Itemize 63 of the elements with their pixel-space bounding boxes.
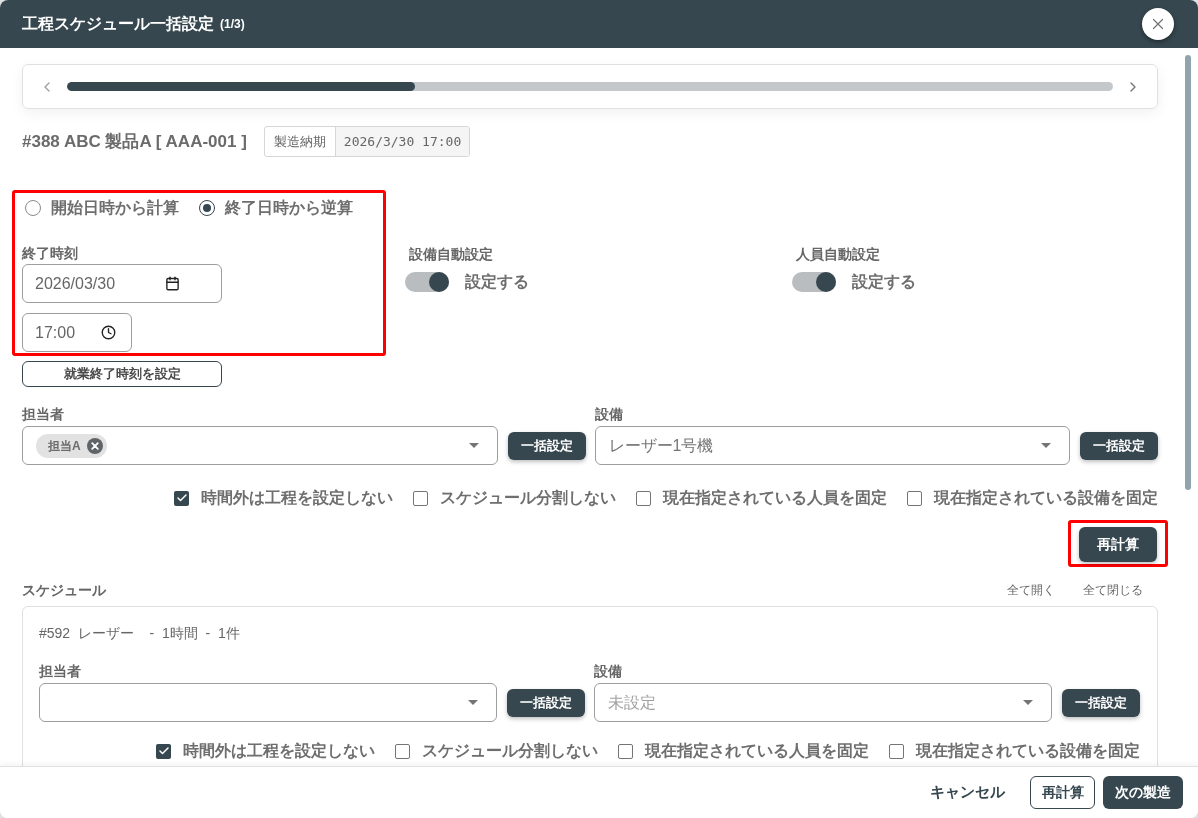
- field-label: 担当者: [39, 663, 82, 679]
- radio-option[interactable]: 終了日時から逆算: [199, 196, 353, 220]
- person-chip[interactable]: 担当A: [36, 433, 107, 458]
- scrollbar-thumb[interactable]: [1185, 55, 1191, 490]
- checkbox-icon[interactable]: [174, 490, 189, 506]
- due-date-label: 製造納期: [264, 127, 336, 156]
- checkbox-icon[interactable]: [618, 743, 633, 759]
- checkbox-icon[interactable]: [156, 743, 171, 759]
- checkbox-option[interactable]: 時間外は工程を設定しない: [174, 488, 393, 508]
- clock-icon[interactable]: [101, 325, 116, 340]
- cancel-button[interactable]: キャンセル: [922, 776, 1013, 809]
- close-button[interactable]: [1142, 8, 1174, 40]
- bulk-set-button[interactable]: 一括設定: [507, 688, 585, 717]
- toggle-switch[interactable]: [792, 272, 836, 292]
- order-title: #388 ABC 製品A [ AAA-001 ]: [22, 130, 247, 153]
- radio-option[interactable]: 開始日時から計算: [25, 196, 179, 220]
- toggle-label: 設定する: [465, 272, 529, 292]
- expand-all-link[interactable]: 全て開く: [1007, 581, 1055, 599]
- calendar-icon[interactable]: [165, 276, 180, 291]
- field-label: 設備: [594, 406, 624, 422]
- select-field[interactable]: 未設定: [594, 683, 1052, 722]
- date-field[interactable]: 2026/03/30: [22, 264, 222, 303]
- checkbox-option[interactable]: 時間外は工程を設定しない: [156, 741, 375, 761]
- field-label: 終了時刻: [22, 245, 79, 261]
- close-circle-icon[interactable]: [86, 437, 103, 454]
- checkbox-icon[interactable]: [889, 743, 904, 759]
- checkbox-option[interactable]: 現在指定されている設備を固定: [889, 741, 1140, 761]
- schedule-heading: #592 レーザー - 1時間 - 1件: [39, 624, 241, 643]
- checkbox-icon[interactable]: [636, 490, 651, 506]
- caret-down-icon: [468, 443, 479, 448]
- recalculate-button[interactable]: 再計算: [1030, 776, 1095, 809]
- section-title: スケジュール: [22, 582, 106, 598]
- checkbox-icon[interactable]: [907, 490, 922, 506]
- checkbox-icon[interactable]: [395, 743, 410, 759]
- recalculate-button[interactable]: 再計算: [1079, 527, 1157, 562]
- checkbox-icon[interactable]: [413, 490, 428, 506]
- caret-down-icon: [1023, 700, 1033, 705]
- caret-down-icon: [1041, 443, 1051, 448]
- caret-down-icon: [468, 700, 478, 705]
- field-label: 担当者: [22, 406, 65, 422]
- due-date-value: 2026/3/30 17:00: [335, 127, 470, 156]
- time-field[interactable]: 17:00: [22, 313, 132, 352]
- field-label: 設備: [594, 663, 623, 679]
- step-counter: (1/3): [220, 16, 245, 33]
- checkbox-option[interactable]: 現在指定されている人員を固定: [636, 488, 887, 508]
- checkbox-option[interactable]: 現在指定されている人員を固定: [618, 741, 869, 761]
- select-field[interactable]: [39, 683, 497, 722]
- collapse-all-link[interactable]: 全て閉じる: [1083, 581, 1143, 599]
- select-field[interactable]: 担当A: [22, 426, 498, 465]
- toggle-switch[interactable]: [405, 272, 449, 292]
- bulk-set-button[interactable]: 一括設定: [507, 431, 586, 460]
- checkbox-option[interactable]: スケジュール分割しない: [413, 488, 616, 508]
- bulk-set-button[interactable]: 一括設定: [1080, 431, 1158, 460]
- dialog-title: 工程スケジュール一括設定: [22, 14, 214, 34]
- select-field[interactable]: レーザー1号機: [594, 426, 1070, 465]
- bulk-set-button[interactable]: 一括設定: [1062, 688, 1140, 717]
- checkbox-option[interactable]: 現在指定されている設備を固定: [907, 488, 1158, 508]
- field-label: 人員自動設定: [795, 246, 881, 262]
- field-label: 設備自動設定: [408, 246, 494, 262]
- set-work-end-button[interactable]: 就業終了時刻を設定: [22, 361, 222, 387]
- checkbox-option[interactable]: スケジュール分割しない: [395, 741, 598, 761]
- next-order-button[interactable]: 次の製造: [1103, 776, 1183, 809]
- toggle-label: 設定する: [852, 272, 916, 292]
